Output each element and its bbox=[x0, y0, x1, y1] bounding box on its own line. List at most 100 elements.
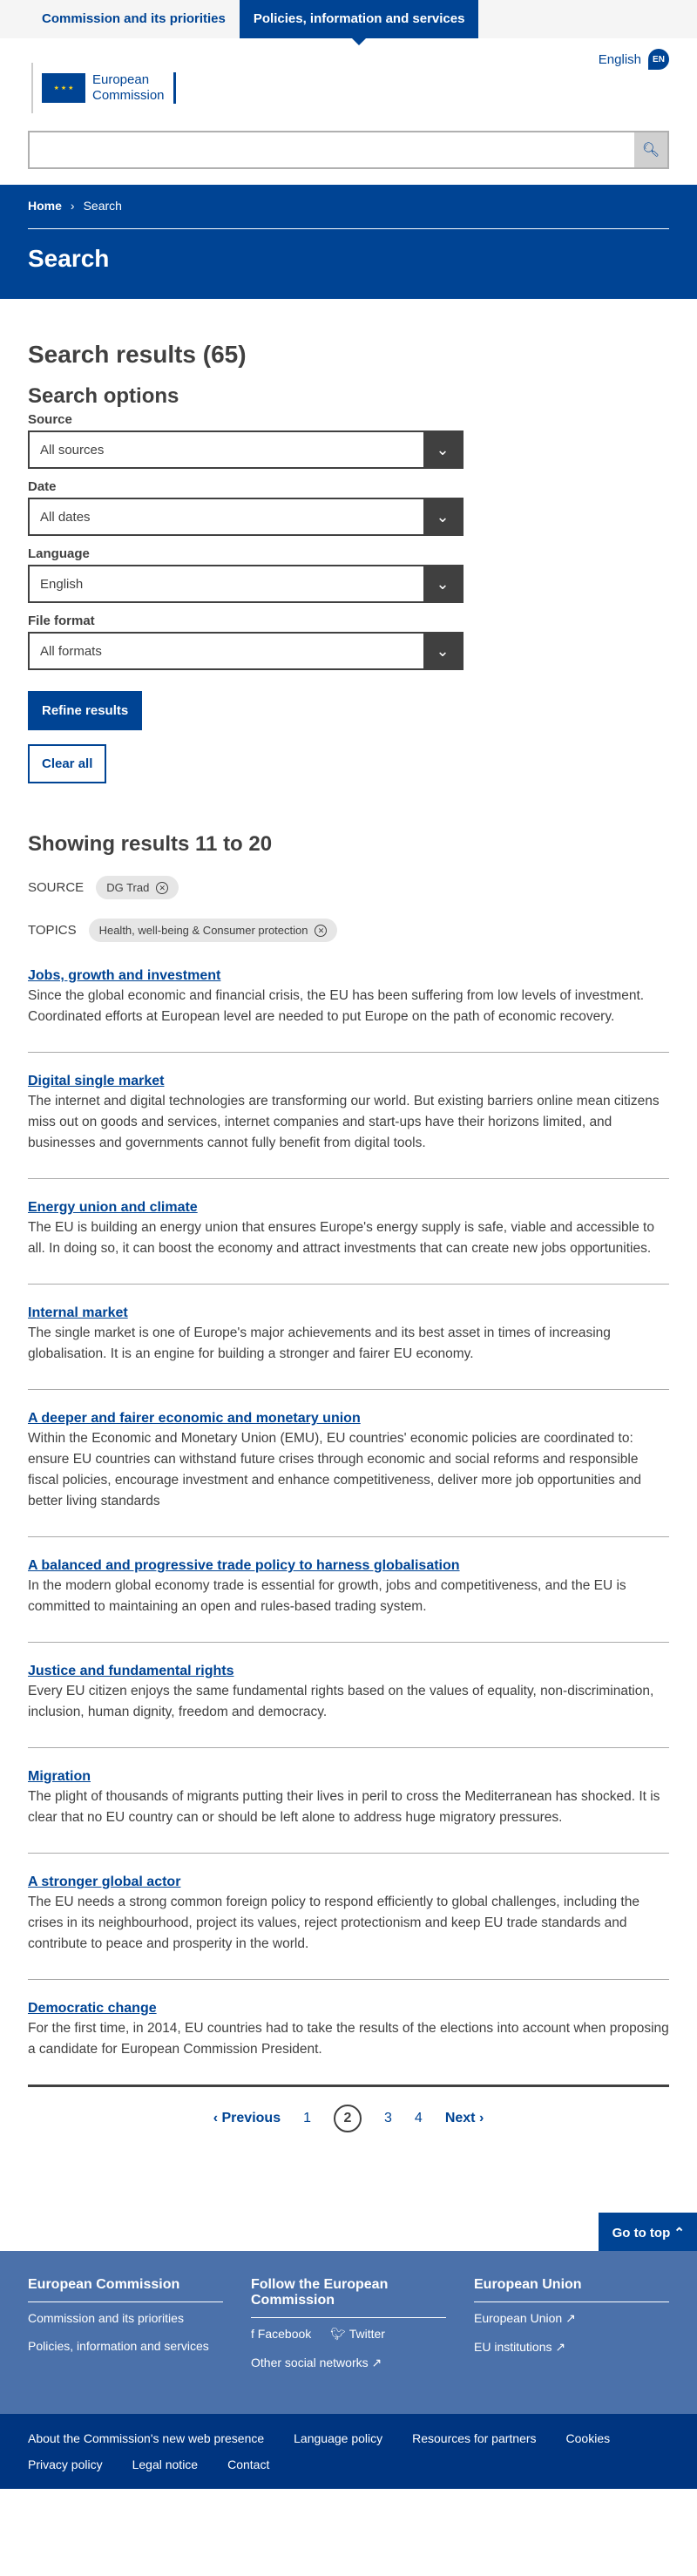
source-filter-label: SOURCE bbox=[28, 880, 85, 895]
select-value: All sources bbox=[40, 442, 105, 458]
result-title-link[interactable]: Digital single market bbox=[28, 1074, 165, 1088]
footer-link[interactable]: Commission and its priorities bbox=[28, 2311, 223, 2325]
bottom-link[interactable]: Language policy bbox=[294, 2431, 382, 2445]
result-title-link[interactable]: Internal market bbox=[28, 1305, 128, 1320]
result-description: For the first time, in 2014, EU countrie… bbox=[28, 2021, 669, 2057]
breadcrumb-home[interactable]: Home bbox=[28, 199, 62, 213]
result-title-link[interactable]: A stronger global actor bbox=[28, 1874, 180, 1889]
facebook-label: Facebook bbox=[257, 2327, 312, 2341]
pagination: ‹ Previous 1 2 3 4 Next › bbox=[28, 2105, 669, 2132]
page-link-4[interactable]: 4 bbox=[415, 2111, 423, 2126]
result-description: The internet and digital technologies ar… bbox=[28, 1094, 660, 1150]
eu-flag-icon: ★ ★ ★ bbox=[42, 73, 85, 103]
current-page: 2 bbox=[334, 2105, 362, 2132]
topics-filter-label: TOPICS bbox=[28, 923, 77, 938]
source-tag[interactable]: DG Trad ✕ bbox=[96, 876, 179, 899]
result-title-link[interactable]: Democratic change bbox=[28, 2001, 157, 2016]
filter-label: Date bbox=[28, 479, 57, 494]
top-navigation: Commission and its priorities Policies, … bbox=[0, 0, 697, 45]
bottom-link[interactable]: Resources for partners bbox=[412, 2431, 536, 2445]
topics-tag[interactable]: Health, well-being & Consumer protection… bbox=[88, 919, 338, 942]
footer-heading: Follow the European Commission bbox=[251, 2277, 446, 2318]
logo-text: European Commission bbox=[92, 72, 176, 104]
chevron-right-icon: › bbox=[70, 199, 75, 213]
chevron-down-icon: ⌄ bbox=[423, 566, 462, 601]
filter-label: Language bbox=[28, 546, 90, 561]
result-description: Since the global economic and financial … bbox=[28, 988, 645, 1024]
result-item: A balanced and progressive trade policy … bbox=[28, 1537, 669, 1643]
result-item: A stronger global actor The EU needs a st… bbox=[28, 1854, 669, 1980]
refine-results-button[interactable]: Refine results bbox=[28, 691, 143, 730]
next-page-link[interactable]: Next › bbox=[445, 2111, 484, 2126]
facebook-link[interactable]: f Facebook bbox=[251, 2327, 311, 2342]
result-title-link[interactable]: Energy union and climate bbox=[28, 1200, 198, 1215]
bottom-link[interactable]: Privacy policy bbox=[28, 2457, 103, 2471]
site-header: ★ ★ ★ European Commission bbox=[0, 38, 697, 131]
bottom-link[interactable]: Contact bbox=[227, 2457, 269, 2471]
previous-label: Previous bbox=[221, 2111, 281, 2125]
language-select[interactable]: English ⌄ bbox=[28, 565, 464, 603]
filter-label: File format bbox=[28, 613, 95, 628]
result-description: In the modern global economy trade is es… bbox=[28, 1578, 626, 1614]
clear-all-button[interactable]: Clear all bbox=[28, 744, 107, 783]
previous-page-link[interactable]: ‹ Previous bbox=[213, 2111, 281, 2126]
chevron-up-icon: ⌃ bbox=[673, 2226, 685, 2240]
result-item: Energy union and climate The EU is buildi… bbox=[28, 1179, 669, 1285]
link-label: European Union bbox=[474, 2311, 563, 2325]
external-link-icon: ↗ bbox=[371, 2356, 382, 2369]
twitter-label: Twitter bbox=[348, 2327, 385, 2341]
search-button[interactable]: 🔍︎ bbox=[634, 132, 667, 167]
breadcrumb-current: Search bbox=[83, 199, 122, 213]
showing-results-heading: Showing results 11 to 20 bbox=[28, 832, 273, 856]
go-to-top-button[interactable]: Go to top ⌃ bbox=[598, 2213, 697, 2251]
source-select[interactable]: All sources ⌄ bbox=[28, 430, 464, 469]
result-description: The EU needs a strong common foreign pol… bbox=[28, 1895, 639, 1951]
bottom-link[interactable]: About the Commission's new web presence bbox=[28, 2431, 264, 2445]
result-item: Justice and fundamental rights Every EU c… bbox=[28, 1643, 669, 1748]
bottom-link[interactable]: Cookies bbox=[566, 2431, 611, 2445]
result-item: Internal market The single market is one … bbox=[28, 1285, 669, 1390]
ec-logo[interactable]: ★ ★ ★ European Commission bbox=[28, 63, 176, 113]
footer-link[interactable]: Policies, information and services bbox=[28, 2339, 223, 2353]
search-input[interactable] bbox=[30, 132, 634, 167]
footer-column-follow: Follow the European Commission f Faceboo… bbox=[251, 2277, 446, 2384]
go-to-top-label: Go to top bbox=[612, 2226, 671, 2240]
search-bar: 🔍︎ bbox=[28, 131, 669, 169]
result-title-link[interactable]: Migration bbox=[28, 1769, 91, 1784]
social-links: f Facebook 🐦︎ Twitter bbox=[251, 2327, 446, 2356]
result-description: Within the Economic and Monetary Union (… bbox=[28, 1431, 641, 1508]
active-source-filter: SOURCE DG Trad ✕ bbox=[28, 876, 669, 899]
eu-institutions-link[interactable]: EU institutions ↗ bbox=[474, 2340, 669, 2355]
search-options-heading: Search options bbox=[28, 384, 179, 408]
nav-commission-priorities[interactable]: Commission and its priorities bbox=[28, 0, 240, 38]
european-union-link[interactable]: European Union ↗ bbox=[474, 2311, 669, 2326]
language-code-badge: EN bbox=[648, 49, 669, 70]
result-title-link[interactable]: Jobs, growth and investment bbox=[28, 968, 220, 983]
nav-policies-info-services[interactable]: Policies, information and services bbox=[239, 0, 479, 45]
page-link-3[interactable]: 3 bbox=[384, 2111, 392, 2126]
result-item: Democratic change For the first time, in … bbox=[28, 1980, 669, 2087]
date-select[interactable]: All dates ⌄ bbox=[28, 498, 464, 536]
bottom-link[interactable]: Legal notice bbox=[132, 2457, 199, 2471]
remove-filter-icon[interactable]: ✕ bbox=[156, 881, 169, 894]
remove-filter-icon[interactable]: ✕ bbox=[315, 924, 328, 937]
chevron-left-icon: ‹ bbox=[213, 2111, 222, 2125]
file-format-select[interactable]: All formats ⌄ bbox=[28, 632, 464, 670]
result-title-link[interactable]: Justice and fundamental rights bbox=[28, 1664, 233, 1678]
site-footer: European Commission Commission and its p… bbox=[0, 2251, 697, 2414]
twitter-link[interactable]: 🐦︎ Twitter bbox=[330, 2327, 385, 2342]
breadcrumb: Home › Search bbox=[28, 199, 669, 229]
select-value: All dates bbox=[40, 509, 91, 525]
other-social-networks-link[interactable]: Other social networks ↗ bbox=[251, 2356, 446, 2370]
result-item: Digital single market The internet and di… bbox=[28, 1053, 669, 1179]
page-link-1[interactable]: 1 bbox=[303, 2111, 311, 2126]
page-title: Search bbox=[28, 245, 110, 272]
language-switcher[interactable]: English EN bbox=[599, 49, 669, 70]
result-description: The plight of thousands of migrants putt… bbox=[28, 1789, 660, 1825]
logo-frame bbox=[31, 63, 38, 113]
result-item: A deeper and fairer economic and monetar… bbox=[28, 1390, 669, 1537]
result-title-link[interactable]: A deeper and fairer economic and monetar… bbox=[28, 1411, 361, 1426]
link-label: EU institutions bbox=[474, 2340, 552, 2354]
result-title-link[interactable]: A balanced and progressive trade policy … bbox=[28, 1558, 460, 1573]
select-value: English bbox=[40, 576, 84, 592]
